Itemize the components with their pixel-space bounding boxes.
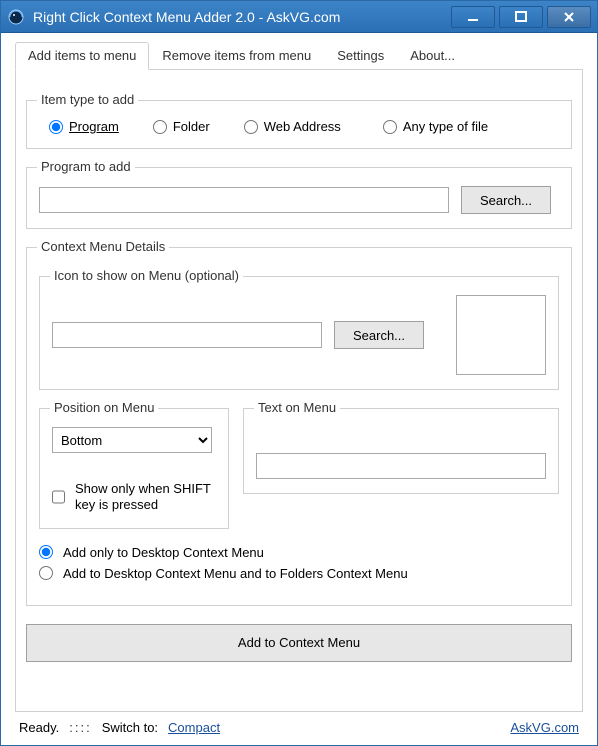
item-type-radio-row: Program Folder Web Address Any type of f… [39,119,559,134]
icon-search-button[interactable]: Search... [334,321,424,349]
radio-folder-label: Folder [173,119,210,134]
switch-mode-link[interactable]: Compact [168,720,220,735]
radio-folder[interactable]: Folder [153,119,210,134]
tab-settings[interactable]: Settings [324,42,397,70]
tab-body: Item type to add Program Folder Web Addr… [15,70,583,712]
program-row: Search... [39,186,559,214]
radio-scope-desktop-folders-label: Add to Desktop Context Menu and to Folde… [63,566,408,581]
radio-web-label: Web Address [264,119,341,134]
group-icon-legend: Icon to show on Menu (optional) [50,268,243,283]
icon-path-input[interactable] [52,322,322,348]
maximize-button[interactable] [499,6,543,28]
group-context-details-legend: Context Menu Details [37,239,169,254]
radio-anyfile-label: Any type of file [403,119,488,134]
group-item-type: Item type to add Program Folder Web Addr… [26,100,572,149]
titlebar: Right Click Context Menu Adder 2.0 - Ask… [1,1,597,33]
icon-row: Search... [52,295,546,375]
shift-only-label: Show only when SHIFT key is pressed [75,481,216,514]
group-text-on-menu: Text on Menu [243,408,559,494]
tab-about[interactable]: About... [397,42,468,70]
close-button[interactable] [547,6,591,28]
window-controls [451,6,591,28]
minimize-button[interactable] [451,6,495,28]
radio-scope-desktop-folders-input[interactable] [39,566,53,580]
app-icon [7,8,25,26]
group-position: Position on Menu Bottom Show only when S… [39,408,229,529]
radio-program[interactable]: Program [49,119,119,134]
radio-scope-desktop-only-input[interactable] [39,545,53,559]
radio-scope-desktop-only-label: Add only to Desktop Context Menu [63,545,264,560]
status-separator: :::: [69,720,91,735]
icon-preview [456,295,546,375]
askvg-link[interactable]: AskVG.com [510,720,579,735]
add-to-context-menu-button[interactable]: Add to Context Menu [26,624,572,662]
window-title: Right Click Context Menu Adder 2.0 - Ask… [33,9,451,25]
shift-only-checkbox[interactable] [52,490,65,504]
group-program-to-add: Program to add Search... [26,167,572,229]
tab-row: Add items to menu Remove items from menu… [15,41,583,70]
tab-add-items[interactable]: Add items to menu [15,42,149,70]
radio-web-input[interactable] [244,120,258,134]
program-search-button[interactable]: Search... [461,186,551,214]
position-select[interactable]: Bottom [52,427,212,453]
radio-anyfile-input[interactable] [383,120,397,134]
client-area: Add items to menu Remove items from menu… [1,33,597,745]
group-text-legend: Text on Menu [254,400,340,415]
radio-anyfile[interactable]: Any type of file [383,119,488,134]
group-icon: Icon to show on Menu (optional) Search..… [39,276,559,390]
status-ready: Ready. [19,720,59,735]
group-item-type-legend: Item type to add [37,92,138,107]
status-bar: Ready. :::: Switch to: Compact AskVG.com [9,712,589,745]
tab-remove-items[interactable]: Remove items from menu [149,42,324,70]
radio-scope-desktop-folders[interactable]: Add to Desktop Context Menu and to Folde… [39,566,559,581]
radio-scope-desktop-only[interactable]: Add only to Desktop Context Menu [39,545,559,560]
program-path-input[interactable] [39,187,449,213]
group-position-legend: Position on Menu [50,400,158,415]
radio-web[interactable]: Web Address [244,119,341,134]
group-program-to-add-legend: Program to add [37,159,135,174]
group-context-details: Context Menu Details Icon to show on Men… [26,247,572,606]
status-switch-label: Switch to: [102,720,158,735]
radio-program-input[interactable] [49,120,63,134]
text-on-menu-input[interactable] [256,453,546,479]
radio-program-label: Program [69,119,119,134]
radio-folder-input[interactable] [153,120,167,134]
